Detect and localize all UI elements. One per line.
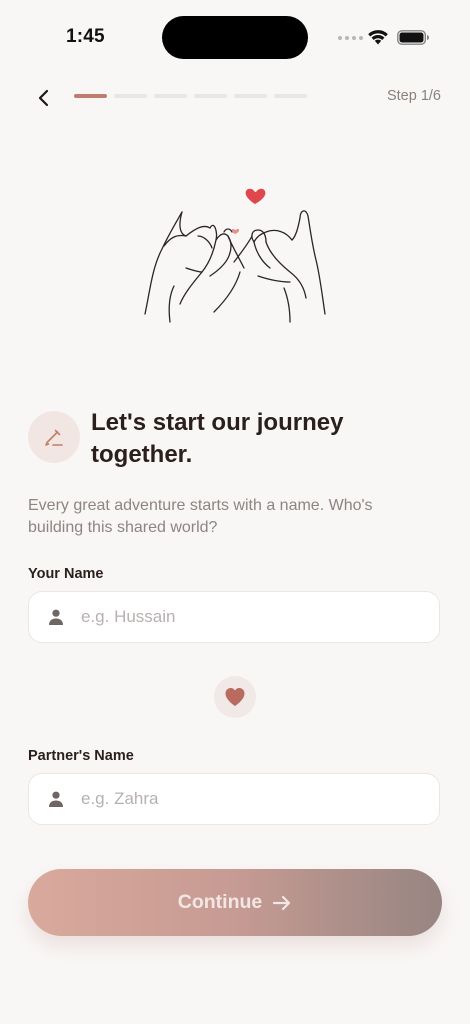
partner-name-field[interactable] [28,773,440,825]
your-name-field[interactable] [28,591,440,643]
step-progress-bar [74,94,307,98]
your-name-input[interactable] [79,606,413,628]
step-indicator: Step 1/6 [386,88,441,104]
arrow-right-icon [272,894,292,912]
intro-heading: Let's start our journey together. [28,407,351,471]
progress-segment-1 [74,94,107,98]
pencil-icon [28,411,80,463]
pinky-promise-illustration [144,188,326,323]
chevron-left-icon [38,89,49,107]
back-button[interactable] [30,84,58,112]
status-time: 1:45 [66,26,105,47]
partner-name-input[interactable] [79,788,413,810]
continue-label: Continue [177,891,263,913]
person-icon [46,789,66,809]
heart-icon [225,688,245,706]
dynamic-island [162,16,308,59]
progress-segment-2 [114,94,147,98]
onboarding-header: Step 1/6 [0,78,470,118]
page-subtitle: Every great adventure starts with a name… [28,497,373,536]
heart-divider [214,676,256,718]
person-icon [46,607,66,627]
status-bar: 1:45 [0,0,470,76]
partner-name-label: Partner's Name [28,748,134,764]
cellular-signal-icon [338,36,363,40]
progress-segment-5 [234,94,267,98]
page-title: Let's start our journey together. [91,409,344,468]
battery-icon [397,30,429,45]
wifi-icon [368,30,388,45]
progress-segment-4 [194,94,227,98]
continue-button[interactable]: Continue [28,869,442,936]
progress-segment-6 [274,94,307,98]
progress-segment-3 [154,94,187,98]
your-name-label: Your Name [28,566,104,582]
